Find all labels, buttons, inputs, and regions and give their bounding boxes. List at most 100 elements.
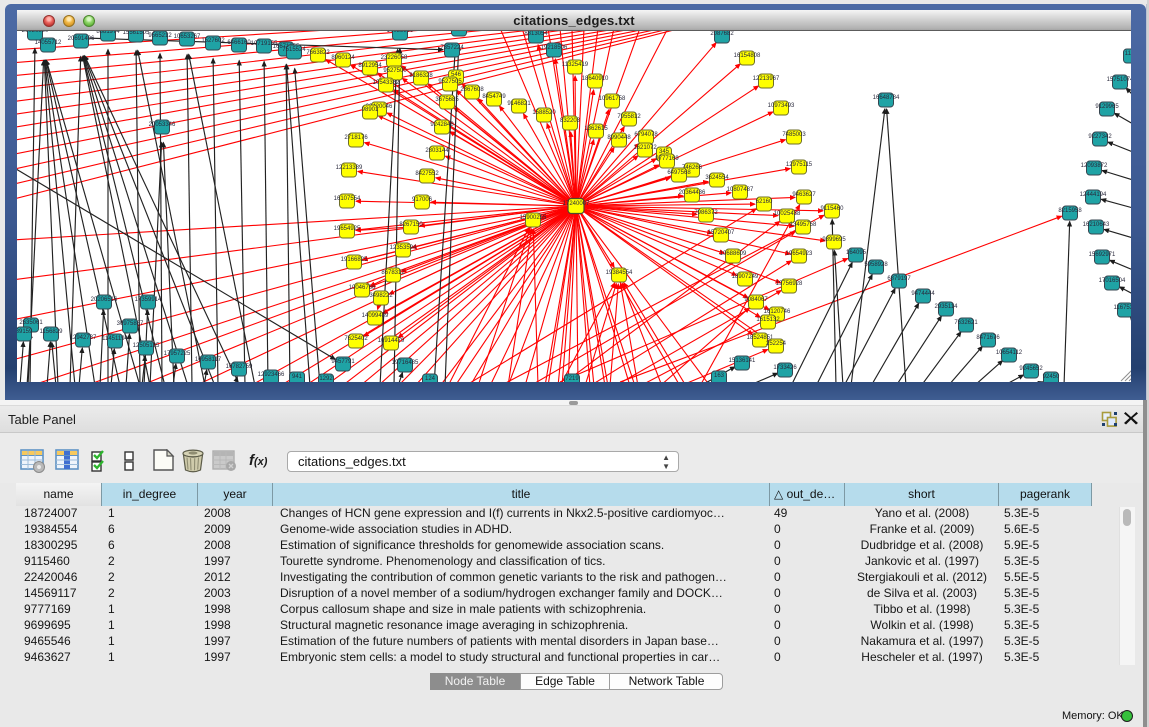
svg-text:10688609: 10688609 bbox=[720, 251, 747, 257]
svg-text:3624554: 3624554 bbox=[705, 175, 729, 181]
svg-text:9463627: 9463627 bbox=[792, 192, 816, 198]
svg-text:2718176: 2718176 bbox=[344, 135, 368, 141]
svg-text:10654112: 10654112 bbox=[996, 350, 1023, 356]
svg-text:19716485: 19716485 bbox=[392, 360, 419, 366]
svg-text:16107554: 16107554 bbox=[334, 196, 361, 202]
svg-text:2935114: 2935114 bbox=[935, 304, 959, 310]
svg-text:15561505: 15561505 bbox=[123, 31, 150, 36]
svg-text:9899695: 9899695 bbox=[822, 237, 846, 243]
svg-text:1362615: 1362615 bbox=[584, 126, 608, 132]
svg-text:17240007: 17240007 bbox=[563, 201, 590, 207]
svg-text:163: 163 bbox=[714, 373, 725, 379]
svg-text:7515524: 7515524 bbox=[282, 47, 306, 53]
svg-text:1621072: 1621072 bbox=[633, 145, 657, 151]
svg-text:5958928: 5958928 bbox=[864, 262, 888, 268]
svg-text:15900255: 15900255 bbox=[520, 215, 547, 221]
svg-text:23226058: 23226058 bbox=[381, 55, 408, 61]
svg-text:16033809: 16033809 bbox=[387, 31, 414, 34]
svg-text:20053346: 20053346 bbox=[149, 122, 176, 128]
svg-text:6879197: 6879197 bbox=[887, 276, 911, 282]
svg-text:7357224: 7357224 bbox=[440, 45, 464, 51]
svg-text:8990448: 8990448 bbox=[607, 135, 631, 141]
svg-text:19756928: 19756928 bbox=[776, 281, 803, 287]
svg-text:17016504: 17016504 bbox=[1099, 278, 1126, 284]
svg-text:10046766: 10046766 bbox=[349, 285, 376, 291]
svg-text:8471676: 8471676 bbox=[976, 335, 1000, 341]
svg-text:1615132: 1615132 bbox=[756, 317, 780, 323]
svg-text:14099489: 14099489 bbox=[362, 313, 389, 319]
svg-text:917006: 917006 bbox=[412, 197, 433, 203]
svg-text:2803144: 2803144 bbox=[425, 148, 449, 154]
svg-text:11325419: 11325419 bbox=[562, 62, 589, 68]
svg-text:17957225: 17957225 bbox=[164, 351, 191, 357]
svg-text:15692971: 15692971 bbox=[1089, 252, 1116, 258]
svg-text:10961758: 10961758 bbox=[599, 96, 626, 102]
svg-text:8678312: 8678312 bbox=[381, 270, 405, 276]
svg-text:10025438: 10025438 bbox=[774, 211, 801, 217]
svg-text:17359914: 17359914 bbox=[135, 297, 162, 303]
svg-text:15136141: 15136141 bbox=[729, 358, 756, 364]
svg-text:10807487: 10807487 bbox=[727, 187, 754, 193]
svg-text:9146821: 9146821 bbox=[507, 101, 531, 107]
svg-text:16120746: 16120746 bbox=[764, 309, 791, 315]
svg-text:15720407: 15720407 bbox=[708, 230, 735, 236]
svg-text:832203: 832203 bbox=[560, 118, 581, 124]
svg-text:9565212: 9565212 bbox=[148, 33, 172, 39]
svg-text:6466160: 6466160 bbox=[227, 40, 251, 46]
svg-text:2087682: 2087682 bbox=[710, 31, 734, 37]
svg-text:9474444: 9474444 bbox=[911, 291, 935, 297]
svg-text:1112: 1112 bbox=[1125, 51, 1131, 57]
svg-text:1167533: 1167533 bbox=[1114, 305, 1131, 311]
svg-text:9227342: 9227342 bbox=[1088, 134, 1112, 140]
svg-text:98901: 98901 bbox=[362, 107, 379, 113]
svg-text:9527500: 9527500 bbox=[383, 68, 407, 74]
svg-text:12975115: 12975115 bbox=[786, 162, 813, 168]
svg-text:9084067: 9084067 bbox=[744, 297, 768, 303]
svg-text:1156829: 1156829 bbox=[40, 329, 64, 335]
svg-text:12353594: 12353594 bbox=[390, 245, 417, 251]
svg-text:8960124: 8960124 bbox=[331, 55, 355, 61]
svg-text:12213967: 12213967 bbox=[753, 76, 780, 82]
svg-text:10973493: 10973493 bbox=[768, 103, 795, 109]
svg-text:9245652: 9245652 bbox=[1019, 366, 1043, 372]
svg-text:18907249: 18907249 bbox=[732, 274, 759, 280]
svg-text:12213389: 12213389 bbox=[336, 165, 363, 171]
svg-text:9242848: 9242848 bbox=[430, 122, 454, 128]
svg-text:9129965: 9129965 bbox=[1095, 104, 1119, 110]
svg-text:7625402: 7625402 bbox=[344, 336, 368, 342]
svg-text:9115460: 9115460 bbox=[821, 206, 845, 212]
svg-text:20364436: 20364436 bbox=[679, 190, 706, 196]
svg-text:20691406: 20691406 bbox=[68, 36, 95, 42]
svg-text:11451194: 11451194 bbox=[102, 336, 128, 342]
svg-text:19218506: 19218506 bbox=[541, 45, 568, 51]
svg-text:7955812: 7955812 bbox=[617, 114, 641, 120]
svg-text:16210643: 16210643 bbox=[1083, 222, 1110, 228]
svg-text:10543382: 10543382 bbox=[373, 80, 400, 86]
svg-text:1588520: 1588520 bbox=[532, 110, 556, 116]
svg-text:8186328: 8186328 bbox=[409, 73, 433, 79]
svg-text:124: 124 bbox=[425, 376, 436, 382]
svg-text:16782759: 16782759 bbox=[226, 364, 253, 370]
svg-text:2635061: 2635061 bbox=[19, 320, 43, 326]
svg-text:19654925: 19654925 bbox=[334, 226, 361, 232]
svg-text:9777169: 9777169 bbox=[655, 156, 679, 162]
svg-text:16154808: 16154808 bbox=[734, 53, 761, 59]
svg-text:1733426: 1733426 bbox=[773, 365, 797, 371]
svg-text:12923466: 12923466 bbox=[258, 372, 285, 378]
svg-text:252254: 252254 bbox=[766, 341, 787, 347]
svg-text:2867608: 2867608 bbox=[460, 87, 484, 93]
svg-text:10958117: 10958117 bbox=[195, 357, 222, 363]
svg-text:26026520: 26026520 bbox=[22, 31, 49, 34]
svg-text:8267150: 8267150 bbox=[399, 222, 423, 228]
svg-text:8813054: 8813054 bbox=[524, 31, 548, 37]
svg-text:13495758: 13495758 bbox=[790, 222, 817, 228]
svg-text:14055712: 14055712 bbox=[35, 40, 62, 46]
svg-text:19166825: 19166825 bbox=[341, 257, 368, 263]
svg-text:6497568: 6497568 bbox=[667, 170, 691, 176]
svg-text:92450: 92450 bbox=[1043, 374, 1060, 380]
svg-text:12444194: 12444194 bbox=[1080, 192, 1107, 198]
svg-text:12505135: 12505135 bbox=[133, 343, 160, 349]
svg-text:9527505: 9527505 bbox=[438, 79, 462, 85]
svg-text:3498222: 3498222 bbox=[369, 293, 393, 299]
svg-text:7485003: 7485003 bbox=[782, 132, 806, 138]
